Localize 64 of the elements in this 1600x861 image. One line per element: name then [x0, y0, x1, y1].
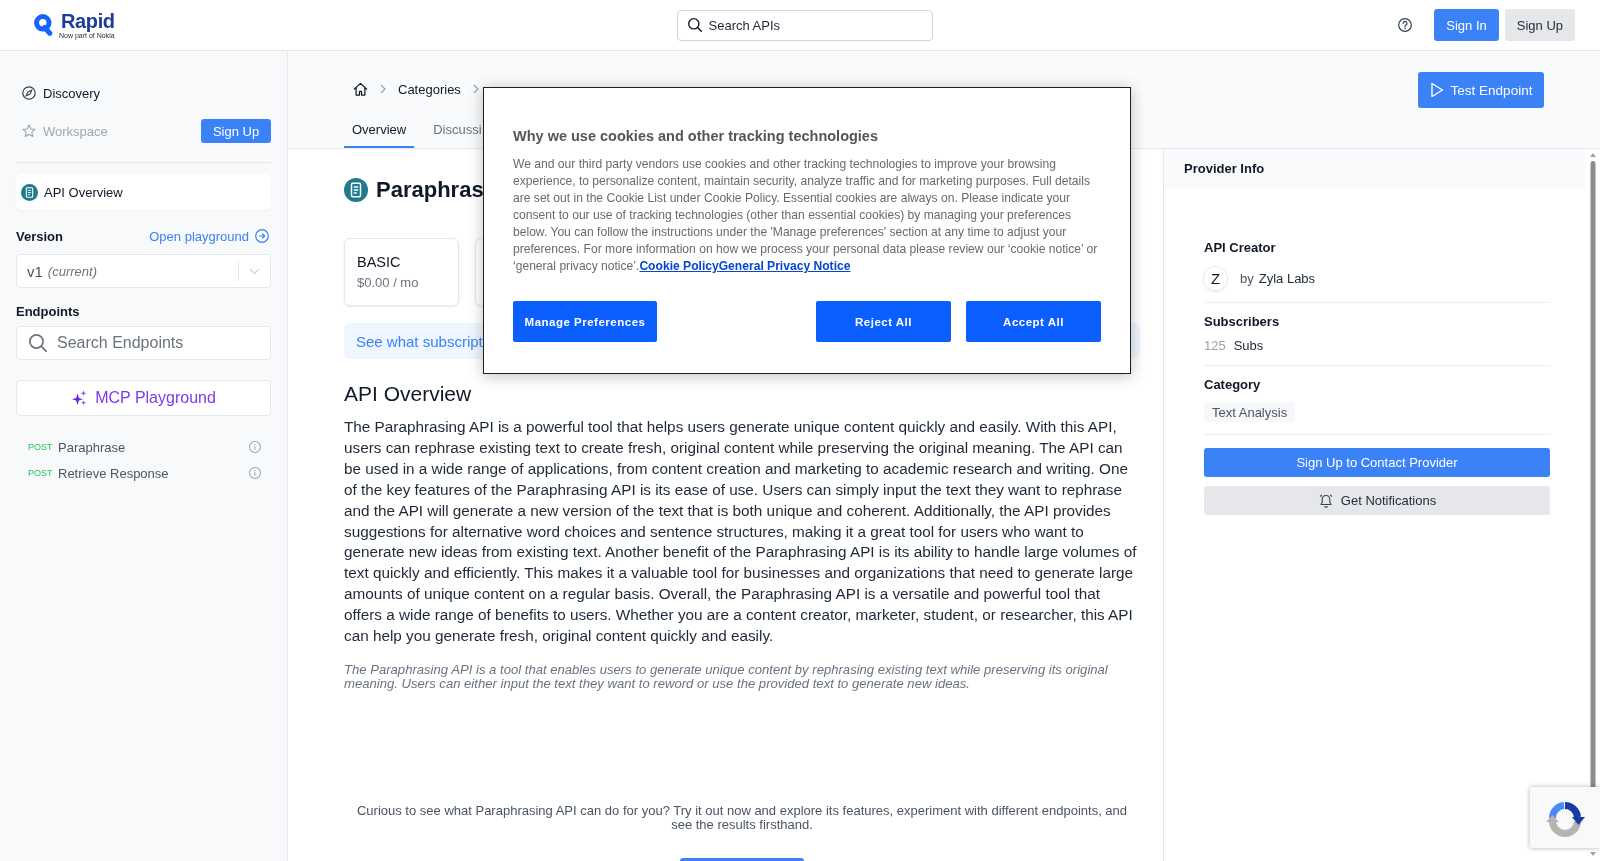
arrow-right-circle-icon: [255, 229, 269, 243]
open-playground-link[interactable]: Open playground: [149, 228, 269, 244]
compass-icon: [22, 86, 36, 100]
policy-link[interactable]: General Privacy Notice: [718, 259, 851, 273]
info-icon: [249, 467, 261, 479]
search-icon: [687, 18, 702, 32]
section-label: Endpoints: [16, 303, 80, 319]
logo-icon: [34, 14, 53, 36]
chevron-right-icon: [472, 84, 479, 94]
contact-provider-button[interactable]: Sign Up to Contact Provider: [1204, 448, 1550, 477]
version-select[interactable]: v1 (current): [16, 254, 271, 288]
star-icon: [22, 124, 36, 138]
reject-button[interactable]: Reject All: [816, 301, 951, 342]
sparkle-icon: [71, 390, 88, 406]
help-icon[interactable]: [1398, 18, 1413, 32]
breadcrumb-link[interactable]: Categories: [398, 81, 461, 97]
summary-text: The Paraphrasing API is a tool that enables users to generate unique content by rephrasing existing text while preserving its original meaning. Users can either input the text they want to reword or use the provided text to generate new ideas.: [344, 662, 1109, 691]
dialog-text: We and our third party vendors use cookies and other tracking technologies to improve your browsing experience, to personalize content, maintain security, analyze traffic and for marketing purposes. Full details are set out in the Cookie List under Cookie Policy. Essential cookies are always on. Please indicate your consent to our use of tracking technologies (other than essential cookies) by managing your preferences below. You can follow the instructions under the 'Manage preferences' section at any time to adjust your preferences. For more information on how we process your personal data please review our ‘cookie notice’ or ‘general privacy notice’.Cookie PolicyGeneral Privacy Notice: [513, 156, 1099, 275]
search-field[interactable]: Search APIs: [676, 9, 933, 41]
section-heading: API Overview: [344, 382, 473, 406]
api-overview-item[interactable]: API Overview: [16, 174, 271, 210]
field-label: API Creator: [1204, 239, 1276, 255]
pricing-card[interactable]: BASIC $0.00 / mo: [344, 238, 459, 306]
overview-text: The Paraphrasing API is a powerful tool that helps users generate unique content quickly and easily. With this API, users can rephrase existing text to create fresh, original content while preserving the original meaning. The API can be used in a wide range of applications, from content creation and marketing to academic research and writing. One of the key features of the Paraphrasing API is its ease of use. Users can simply input the text they want to rephrase and the API will generate a new version of the text that is both unique and coherent. Additionally, the API provides suggestions for alternative word choices and sentence structures, making it a great tool for users who want to generate new ideas from existing text. Another benefit of the Paraphrasing API is its ability to handle large volumes of text quickly and efficiently. This makes it a valuable tool for businesses and organizations that need to generate large amounts of unique content on a regular basis. Overall, the Paraphrasing API is a versatile and powerful tool that offers a wide range of benefits to users. Whether you are a content creator, marketer, student, or researcher, this API can help you generate fresh, original content quickly and easily.: [344, 417, 1138, 647]
creator-name[interactable]: Zyla Labs: [1258, 271, 1316, 286]
notifications-button[interactable]: Get Notifications: [1204, 486, 1550, 515]
sign-up-button[interactable]: Sign Up: [1504, 9, 1575, 41]
chevron-down-icon: [249, 267, 260, 275]
endpoint-item[interactable]: POST Retrieve Response: [16, 464, 271, 482]
document-icon: [344, 178, 368, 202]
tab[interactable]: Overview: [344, 113, 415, 148]
document-icon: [21, 183, 38, 201]
cta-button[interactable]: [680, 857, 804, 861]
mcp-playground-button[interactable]: MCP Playground: [16, 380, 271, 416]
category-tag[interactable]: Text Analysis: [1204, 402, 1296, 422]
dialog-title: Why we use cookies and other tracking technologies: [513, 127, 879, 145]
creator-prefix: by: [1240, 271, 1254, 286]
captcha-badge[interactable]: [1530, 787, 1600, 848]
home-icon[interactable]: [353, 82, 368, 96]
preferences-button[interactable]: Manage Preferences: [513, 301, 657, 342]
accept-button[interactable]: Accept All: [966, 301, 1101, 342]
policy-link[interactable]: Cookie Policy: [639, 259, 719, 273]
play-icon: [1429, 82, 1444, 98]
avatar: Z: [1204, 267, 1227, 290]
endpoint-item[interactable]: POST Paraphrase: [16, 438, 271, 456]
endpoint-search-field[interactable]: Search Endpoints: [16, 326, 271, 360]
search-icon: [29, 334, 47, 352]
subscriber-unit: Subs: [1233, 337, 1264, 353]
bell-icon: [1317, 492, 1334, 509]
test-endpoint-button[interactable]: Test Endpoint: [1418, 72, 1544, 108]
plan-name: BASIC: [357, 254, 402, 270]
nav-item[interactable]: Discovery: [16, 80, 101, 106]
section-label: Version: [16, 228, 63, 244]
api-title: Paraphras: [376, 177, 484, 203]
cta-text: Curious to see what Paraphrasing API can do for you? Try it out now and explore its features, experiment with different endpoints, and see the results firsthand.: [355, 803, 1129, 832]
info-icon: [249, 441, 261, 453]
field-label: Subscribers: [1204, 313, 1280, 329]
plan-price: $0.00 / mo: [357, 275, 420, 290]
field-label: Category: [1204, 376, 1261, 392]
sign-in-button[interactable]: Sign In: [1434, 9, 1499, 41]
chevron-right-icon: [380, 84, 386, 94]
tab[interactable]: Discussi: [425, 113, 490, 148]
panel-title: Provider Info: [1184, 161, 1265, 176]
subscriber-count: 125: [1204, 337, 1226, 353]
